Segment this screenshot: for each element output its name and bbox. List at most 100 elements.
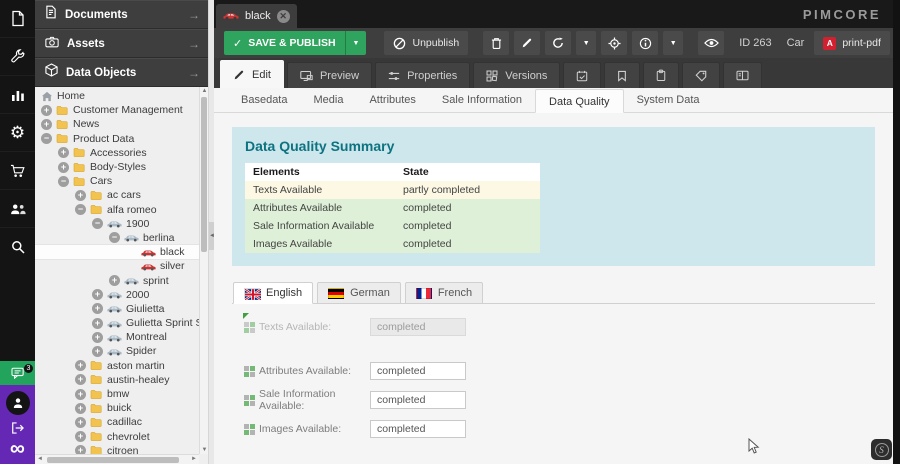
tree-vertical-scrollbar[interactable]: ▲ ▼ bbox=[199, 87, 208, 454]
expand-plus-icon[interactable]: + bbox=[75, 389, 86, 400]
tab-preview[interactable]: Preview bbox=[287, 62, 372, 88]
locate-in-tree-button[interactable] bbox=[601, 31, 627, 55]
expand-plus-icon[interactable]: + bbox=[75, 190, 86, 201]
language-tab-french[interactable]: French bbox=[405, 282, 483, 304]
field-input[interactable] bbox=[370, 391, 466, 409]
tree-item-austin-healey[interactable]: +austin-healey bbox=[35, 373, 199, 387]
customers-rail-icon[interactable] bbox=[0, 190, 35, 228]
language-tab-german[interactable]: German bbox=[317, 282, 401, 304]
documents-rail-icon[interactable] bbox=[0, 0, 35, 38]
preview-eye-button[interactable] bbox=[698, 31, 724, 55]
floating-widget-badge[interactable]: S bbox=[871, 439, 892, 460]
expand-plus-icon[interactable]: + bbox=[92, 289, 103, 300]
field-input[interactable] bbox=[370, 362, 466, 380]
rename-button[interactable] bbox=[514, 31, 540, 55]
expand-plus-icon[interactable]: + bbox=[58, 162, 69, 173]
tree-item-buick[interactable]: +buick bbox=[35, 401, 199, 415]
tab-edit[interactable]: Edit bbox=[220, 60, 284, 88]
ecommerce-rail-icon[interactable] bbox=[0, 152, 35, 190]
scrollbar-thumb[interactable] bbox=[201, 97, 207, 252]
tree-item-home[interactable]: Home bbox=[35, 89, 199, 103]
tab-bookmark[interactable] bbox=[604, 62, 640, 88]
expand-plus-icon[interactable]: + bbox=[41, 105, 52, 116]
print-pdf-button[interactable]: A print-pdf bbox=[814, 31, 890, 55]
save-dropdown-caret[interactable]: ▼ bbox=[345, 31, 367, 55]
subtab-data-quality[interactable]: Data Quality bbox=[535, 89, 624, 113]
collapse-minus-icon[interactable]: − bbox=[41, 133, 52, 144]
info-button[interactable] bbox=[632, 31, 658, 55]
tree-item-ac-cars[interactable]: +ac cars bbox=[35, 188, 199, 202]
accordion-documents[interactable]: Documents → bbox=[35, 0, 208, 29]
subtab-attributes[interactable]: Attributes bbox=[356, 88, 428, 112]
info-dropdown-caret[interactable]: ▼ bbox=[663, 31, 683, 55]
tree-item-giulietta[interactable]: +Giulietta bbox=[35, 302, 199, 316]
reports-rail-icon[interactable] bbox=[0, 76, 35, 114]
collapse-minus-icon[interactable]: − bbox=[58, 176, 69, 187]
tree-item-alfa-romeo[interactable]: −alfa romeo bbox=[35, 203, 199, 217]
tree-item-news[interactable]: +News bbox=[35, 117, 199, 131]
expand-plus-icon[interactable]: + bbox=[92, 332, 103, 343]
tree-item-product-data[interactable]: −Product Data bbox=[35, 132, 199, 146]
tree-item-cadillac[interactable]: +cadillac bbox=[35, 415, 199, 429]
expand-plus-icon[interactable]: + bbox=[92, 318, 103, 329]
tree-item-berlina[interactable]: −berlina bbox=[35, 231, 199, 245]
tree-item-cars[interactable]: −Cars bbox=[35, 174, 199, 188]
search-rail-icon[interactable] bbox=[0, 228, 35, 266]
tree-item-bmw[interactable]: +bmw bbox=[35, 387, 199, 401]
tab-versions[interactable]: Versions bbox=[473, 62, 560, 88]
tree-item-customer-management[interactable]: +Customer Management bbox=[35, 103, 199, 117]
open-object-tab[interactable]: black ✕ bbox=[216, 4, 297, 28]
subtab-basedata[interactable]: Basedata bbox=[228, 88, 300, 112]
tab-tag[interactable] bbox=[682, 62, 720, 88]
collapse-minus-icon[interactable]: − bbox=[109, 232, 120, 243]
subtab-sale-information[interactable]: Sale Information bbox=[429, 88, 535, 112]
reload-button[interactable] bbox=[545, 31, 571, 55]
tree-item-body-styles[interactable]: +Body-Styles bbox=[35, 160, 199, 174]
language-tab-english[interactable]: English bbox=[233, 282, 313, 304]
tree-item-spider[interactable]: +Spider bbox=[35, 344, 199, 358]
tools-rail-icon[interactable] bbox=[0, 38, 35, 76]
delete-button[interactable] bbox=[483, 31, 509, 55]
collapse-minus-icon[interactable]: − bbox=[75, 204, 86, 215]
tab-clipboard[interactable] bbox=[643, 62, 679, 88]
tree-item-silver[interactable]: silver bbox=[35, 259, 199, 273]
unpublish-button[interactable]: Unpublish bbox=[384, 31, 468, 55]
expand-plus-icon[interactable]: + bbox=[75, 403, 86, 414]
expand-plus-icon[interactable]: + bbox=[109, 275, 120, 286]
close-tab-icon[interactable]: ✕ bbox=[277, 10, 290, 23]
tree-item-black[interactable]: black bbox=[35, 245, 199, 259]
expand-plus-icon[interactable]: + bbox=[75, 374, 86, 385]
tree-item-2000[interactable]: +2000 bbox=[35, 288, 199, 302]
field-input[interactable] bbox=[370, 420, 466, 438]
accordion-assets[interactable]: Assets → bbox=[35, 29, 208, 58]
expand-plus-icon[interactable]: + bbox=[75, 360, 86, 371]
tab-columns[interactable] bbox=[723, 62, 762, 88]
expand-plus-icon[interactable]: + bbox=[41, 119, 52, 130]
tree-item-sprint[interactable]: +sprint bbox=[35, 273, 199, 287]
reload-dropdown-caret[interactable]: ▼ bbox=[576, 31, 596, 55]
accordion-data-objects[interactable]: Data Objects → bbox=[35, 58, 208, 87]
user-avatar[interactable] bbox=[6, 391, 30, 415]
tab-calendar[interactable] bbox=[563, 62, 601, 88]
scrollbar-thumb[interactable] bbox=[47, 457, 179, 463]
expand-plus-icon[interactable]: + bbox=[75, 431, 86, 442]
scroll-right-arrow[interactable]: ► bbox=[191, 456, 197, 462]
subtab-media[interactable]: Media bbox=[300, 88, 356, 112]
tree-item-citroen[interactable]: +citroen bbox=[35, 444, 199, 454]
expand-plus-icon[interactable]: + bbox=[58, 147, 69, 158]
subtab-system-data[interactable]: System Data bbox=[624, 88, 713, 112]
notifications-chat-icon[interactable]: 3 bbox=[0, 361, 35, 385]
expand-plus-icon[interactable]: + bbox=[92, 303, 103, 314]
tree-item-gulietta-sprint-specia[interactable]: +Gulietta Sprint Specia bbox=[35, 316, 199, 330]
tree-item-chevrolet[interactable]: +chevrolet bbox=[35, 430, 199, 444]
field-input[interactable] bbox=[370, 318, 466, 336]
settings-rail-icon[interactable]: ⚙ bbox=[0, 114, 35, 152]
tree-item-accessories[interactable]: +Accessories bbox=[35, 146, 199, 160]
tree-item-montreal[interactable]: +Montreal bbox=[35, 330, 199, 344]
scroll-up-arrow[interactable]: ▲ bbox=[200, 88, 208, 94]
expand-plus-icon[interactable]: + bbox=[75, 417, 86, 428]
tree-item-1900[interactable]: −1900 bbox=[35, 217, 199, 231]
tree-horizontal-scrollbar[interactable]: ◄ ► bbox=[35, 454, 199, 464]
collapse-minus-icon[interactable]: − bbox=[92, 218, 103, 229]
scroll-down-arrow[interactable]: ▼ bbox=[200, 447, 208, 453]
